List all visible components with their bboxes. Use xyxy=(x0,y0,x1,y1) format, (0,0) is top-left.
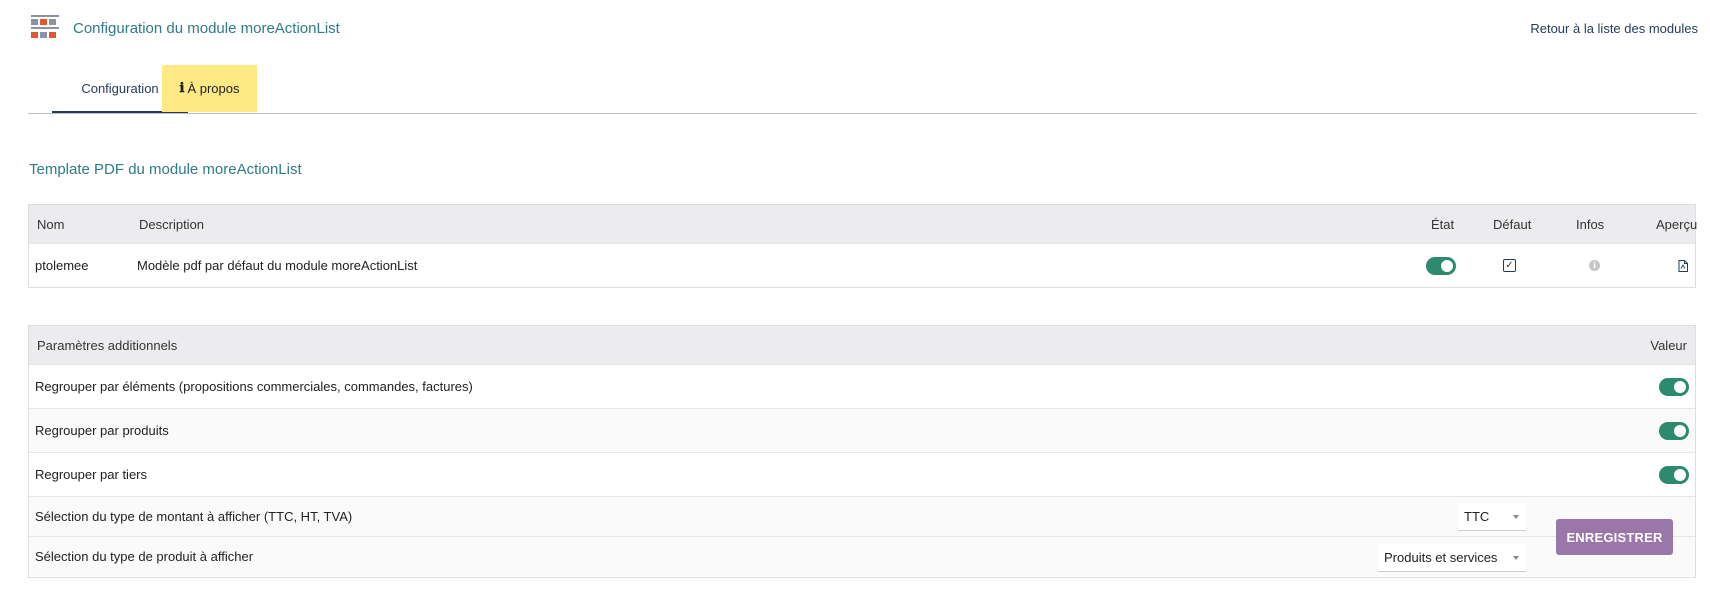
col-value-header: Valeur xyxy=(1650,337,1687,353)
col-state-header: État xyxy=(1431,216,1455,232)
value-cell xyxy=(1659,365,1689,408)
amount-type-select-value: TTC xyxy=(1464,509,1490,524)
param-label: Sélection du type de montant à afficher … xyxy=(35,509,353,524)
param-label: Regrouper par produits xyxy=(35,423,169,438)
table-row: Regrouper par tiers xyxy=(29,452,1695,496)
table-header: Paramètres additionnels Valeur xyxy=(29,326,1695,364)
default-cell: ✓ xyxy=(1503,244,1516,287)
module-grid-icon xyxy=(31,15,59,38)
product-type-select[interactable]: Produits et services xyxy=(1378,544,1526,572)
tab-about-label: À propos xyxy=(187,81,240,96)
table-row: Regrouper par produits xyxy=(29,408,1695,452)
col-infos-header: Infos xyxy=(1576,216,1605,232)
page-title: Configuration du module moreActionList xyxy=(73,20,340,37)
back-to-modules-link[interactable]: Retour à la liste des modules xyxy=(1530,21,1698,36)
col-param-header: Paramètres additionnels xyxy=(37,337,178,353)
chevron-down-icon xyxy=(1513,515,1519,519)
value-cell xyxy=(1659,453,1689,496)
param-label: Regrouper par éléments (propositions com… xyxy=(35,379,473,394)
tab-about[interactable]: ℹ À propos xyxy=(162,65,257,112)
module-config-page: Configuration du module moreActionList R… xyxy=(0,0,1710,600)
group-by-thirdparty-toggle[interactable] xyxy=(1659,465,1689,484)
param-label: Regrouper par tiers xyxy=(35,467,147,482)
template-description: Modèle pdf par défaut du module moreActi… xyxy=(137,258,418,273)
save-button[interactable]: ENREGISTRER xyxy=(1556,519,1673,555)
col-name-header: Nom xyxy=(37,216,65,232)
col-preview-header: Aperçu xyxy=(1656,216,1698,232)
col-default-header: Défaut xyxy=(1493,216,1532,232)
template-name: ptolemee xyxy=(35,258,89,273)
template-state-toggle[interactable] xyxy=(1426,256,1456,275)
col-description-header: Description xyxy=(139,216,205,232)
product-type-select-value: Produits et services xyxy=(1384,550,1498,565)
additional-params-table: Paramètres additionnels Valeur Regrouper… xyxy=(28,325,1696,578)
table-row: Sélection du type de montant à afficher … xyxy=(29,496,1695,536)
infos-cell: i xyxy=(1589,244,1600,287)
pdf-file-icon[interactable] xyxy=(1678,259,1688,272)
section-title-pdf-templates: Template PDF du module moreActionList xyxy=(29,161,302,178)
pdf-templates-table: Nom Description État Défaut Infos Aperçu… xyxy=(28,204,1698,288)
group-by-products-toggle[interactable] xyxy=(1659,421,1689,440)
param-label: Sélection du type de produit à afficher xyxy=(35,549,254,564)
preview-cell xyxy=(1678,244,1688,287)
default-checkbox[interactable]: ✓ xyxy=(1503,259,1516,272)
state-cell xyxy=(1426,244,1456,287)
amount-type-select[interactable]: TTC xyxy=(1458,503,1526,531)
group-by-elements-toggle[interactable] xyxy=(1659,377,1689,396)
info-icon: ℹ xyxy=(179,81,185,96)
tab-bar: Configuration ℹ À propos xyxy=(28,65,1697,114)
table-row: ptolemee Modèle pdf par défaut du module… xyxy=(29,243,1695,287)
table-row: Regrouper par éléments (propositions com… xyxy=(29,364,1695,408)
table-header: Nom Description État Défaut Infos Aperçu xyxy=(29,205,1698,243)
value-cell xyxy=(1659,409,1689,452)
info-icon: i xyxy=(1589,260,1600,271)
tab-configuration-label: Configuration xyxy=(81,80,159,96)
chevron-down-icon xyxy=(1513,556,1519,560)
